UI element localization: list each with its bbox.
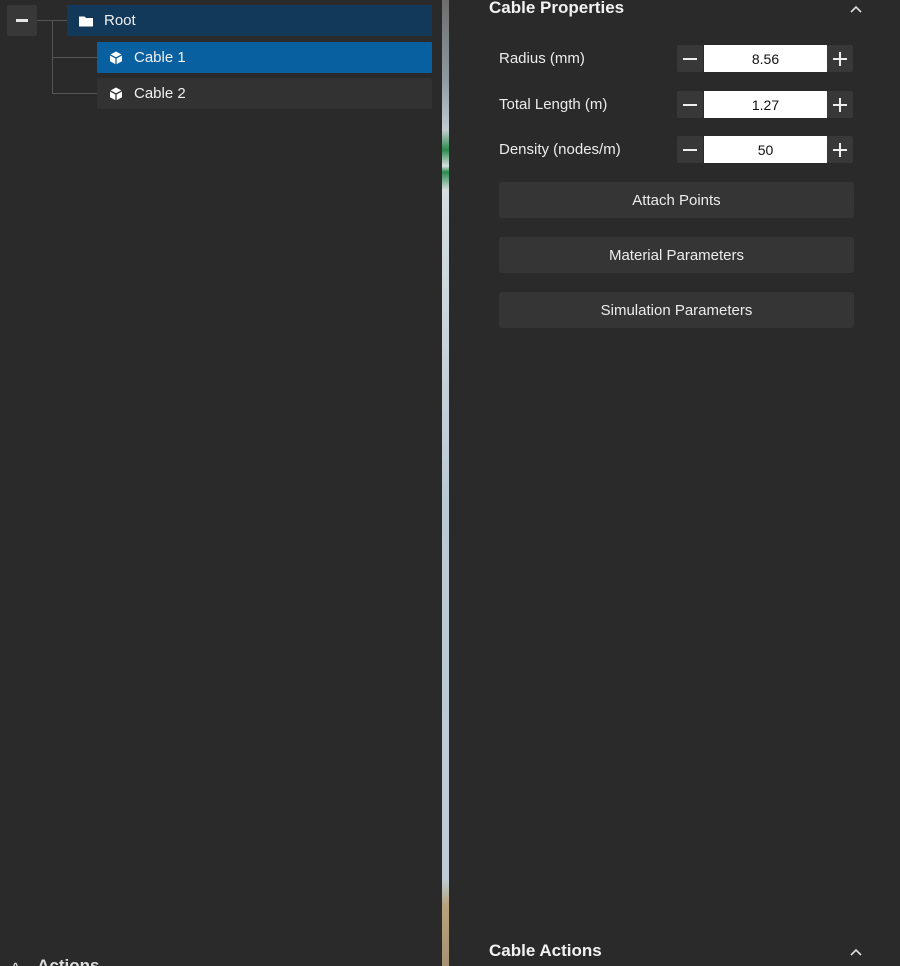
actions-header[interactable]: ^ Actions [12,956,99,966]
radius-label: Radius (mm) [499,50,585,67]
minus-icon [16,19,28,22]
folder-icon [79,16,93,26]
tree-connector [52,57,97,58]
tree-item-cable-2[interactable]: Cable 2 [97,78,432,109]
simulation-parameters-button[interactable]: Simulation Parameters [499,292,854,328]
tree-item-label: Root [104,12,136,29]
density-input[interactable] [704,136,827,163]
minus-icon [683,103,697,106]
cube-icon [109,51,123,64]
minus-icon [683,148,697,151]
tree-item-root[interactable]: Root [67,5,432,36]
total-length-label: Total Length (m) [499,96,608,113]
tree-item-cable-1[interactable]: Cable 1 [97,42,432,73]
actions-header-label: Actions [37,956,100,966]
tree-item-label: Cable 2 [134,85,186,102]
density-increment-button[interactable] [827,136,853,163]
cube-icon [109,87,123,100]
chevron-up-icon[interactable] [848,1,864,17]
chevron-up-icon[interactable] [848,944,864,960]
density-decrement-button[interactable] [677,136,703,163]
radius-increment-button[interactable] [827,45,853,72]
total-length-increment-button[interactable] [827,91,853,118]
density-label: Density (nodes/m) [499,141,621,158]
section-title-cable-actions: Cable Actions [489,941,602,960]
scene-tree-panel: Root Cable 1 Cable 2 ^ Actions [0,0,442,966]
app-window: Root Cable 1 Cable 2 ^ Actions Cable Pro… [0,0,900,966]
radius-input[interactable] [704,45,827,72]
tree-item-label: Cable 1 [134,49,186,66]
tree-connector [52,93,97,94]
radius-decrement-button[interactable] [677,45,703,72]
total-length-input[interactable] [704,91,827,118]
attach-points-button[interactable]: Attach Points [499,182,854,218]
collapse-tree-button[interactable] [7,5,37,36]
properties-panel: Cable Properties Radius (mm) Total Lengt… [449,0,900,966]
material-parameters-button[interactable]: Material Parameters [499,237,854,273]
section-title-cable-properties: Cable Properties [489,0,625,17]
panel-splitter[interactable] [442,0,449,966]
chevron-icon: ^ [12,960,19,966]
total-length-decrement-button[interactable] [677,91,703,118]
minus-icon [683,57,697,60]
